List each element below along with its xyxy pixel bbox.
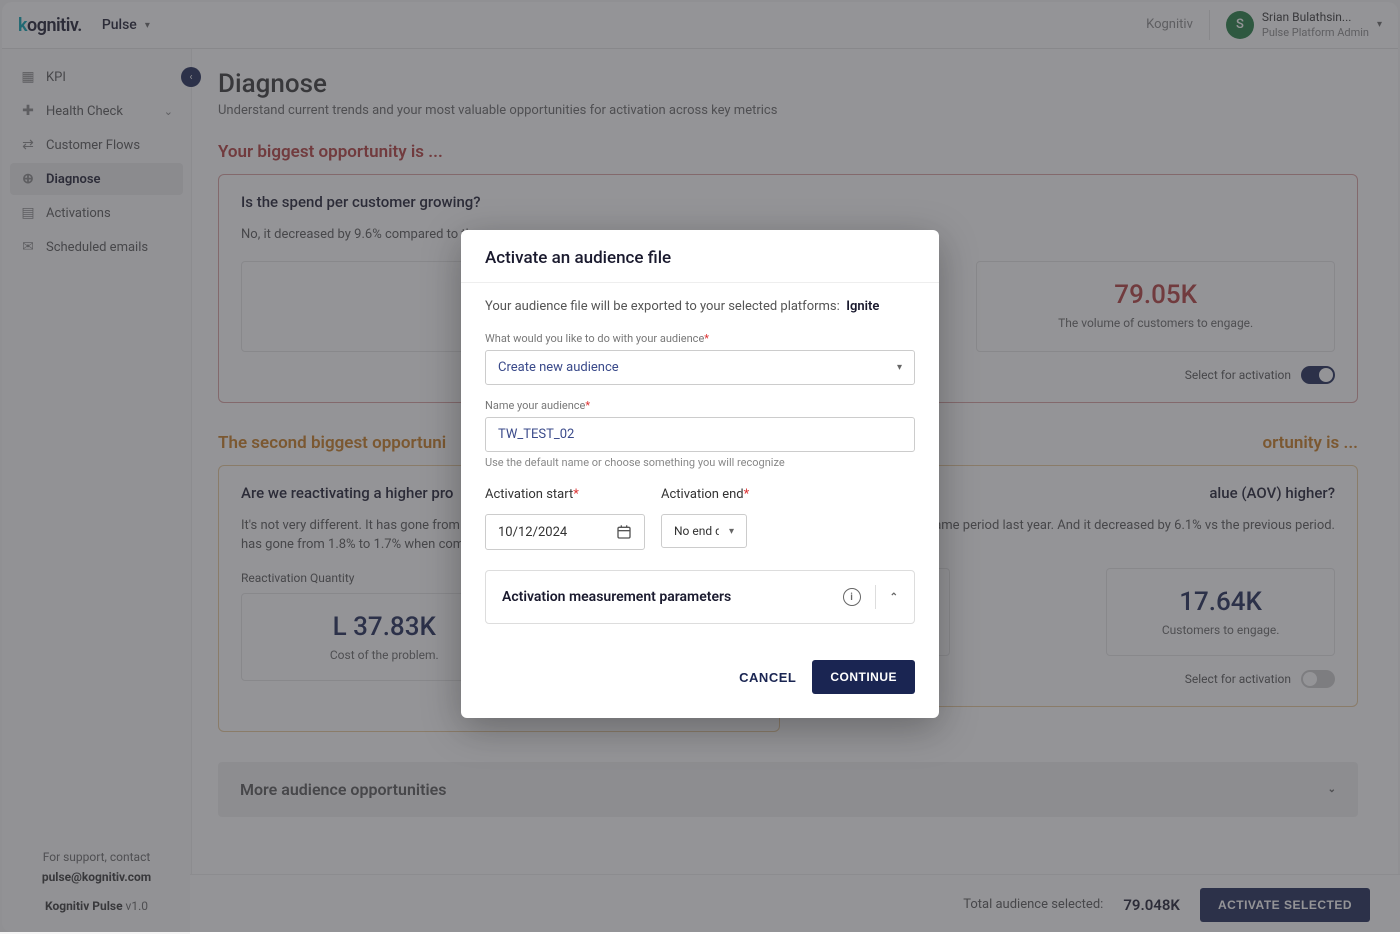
audience-name-label: Name your audience* <box>485 399 915 412</box>
export-description: Your audience file will be exported to y… <box>485 299 915 314</box>
audience-action-label: What would you like to do with your audi… <box>485 332 915 345</box>
info-icon: i <box>843 588 861 606</box>
audience-action-select[interactable]: Create new audience ▾ <box>485 350 915 385</box>
chevron-down-icon: ▾ <box>729 526 734 537</box>
activate-audience-modal: Activate an audience file Your audience … <box>461 230 939 718</box>
chevron-down-icon: ▾ <box>897 362 902 373</box>
calendar-icon <box>616 524 632 540</box>
activation-start-label: Activation start* <box>485 487 645 502</box>
measurement-params-accordion[interactable]: Activation measurement parameters i ⌃ <box>485 570 915 624</box>
audience-name-input[interactable] <box>498 427 902 442</box>
activation-end-select[interactable]: No end d... ▾ <box>661 514 747 548</box>
cancel-button[interactable]: CANCEL <box>739 670 796 685</box>
audience-name-input-wrap <box>485 417 915 452</box>
activation-start-input[interactable]: 10/12/2024 <box>485 514 645 550</box>
modal-overlay[interactable]: Activate an audience file Your audience … <box>0 0 1400 932</box>
chevron-up-icon: ⌃ <box>890 592 898 603</box>
activation-end-label: Activation end* <box>661 487 749 502</box>
modal-title: Activate an audience file <box>485 248 915 268</box>
continue-button[interactable]: CONTINUE <box>812 660 915 694</box>
